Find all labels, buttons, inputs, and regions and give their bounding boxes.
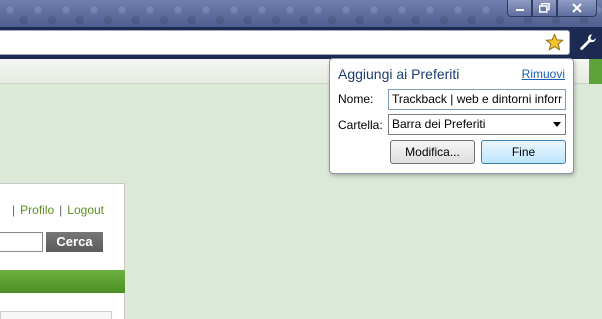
address-bar[interactable] <box>0 30 570 55</box>
folder-label: Cartella: <box>338 118 383 132</box>
browser-toolbar <box>0 27 602 59</box>
search-input[interactable] <box>0 232 43 252</box>
wrench-menu-button[interactable] <box>577 31 599 53</box>
name-label: Nome: <box>338 92 374 106</box>
done-button[interactable]: Fine <box>481 140 566 164</box>
logout-link[interactable]: Logout <box>67 203 104 217</box>
user-links: | Profilo | Logout <box>0 203 104 217</box>
content-row <box>0 311 112 319</box>
window-controls <box>507 0 597 17</box>
folder-dropdown[interactable]: Barra dei Preferiti <box>388 114 566 135</box>
bookmark-name-field[interactable]: Trackback | web e dintorni inforr <box>388 89 566 110</box>
folder-selected-value: Barra dei Preferiti <box>392 117 486 131</box>
restore-button[interactable] <box>532 0 557 17</box>
remove-bookmark-link[interactable]: Rimuovi <box>522 67 565 81</box>
window-titlebar <box>0 0 602 27</box>
close-icon <box>572 3 582 13</box>
restore-icon <box>539 3 550 13</box>
profile-link[interactable]: Profilo <box>20 203 54 217</box>
page-accent-strip <box>589 59 602 84</box>
chevron-down-icon <box>553 122 561 127</box>
link-separator: | <box>12 203 16 217</box>
edit-button[interactable]: Modifica... <box>390 140 475 164</box>
search-button[interactable]: Cerca <box>46 232 103 252</box>
user-panel: | Profilo | Logout Cerca <box>0 183 125 319</box>
link-separator: | <box>59 203 63 217</box>
minimize-icon <box>515 9 524 11</box>
bubble-title: Aggiungi ai Preferiti <box>338 66 460 82</box>
bookmark-star-button[interactable] <box>545 33 564 55</box>
close-button[interactable] <box>557 0 597 17</box>
section-bar <box>0 270 125 293</box>
minimize-button[interactable] <box>507 0 532 17</box>
bookmark-bubble: Aggiungi ai Preferiti Rimuovi Nome: Trac… <box>329 58 574 174</box>
star-icon <box>545 33 564 51</box>
wrench-icon <box>580 34 596 50</box>
